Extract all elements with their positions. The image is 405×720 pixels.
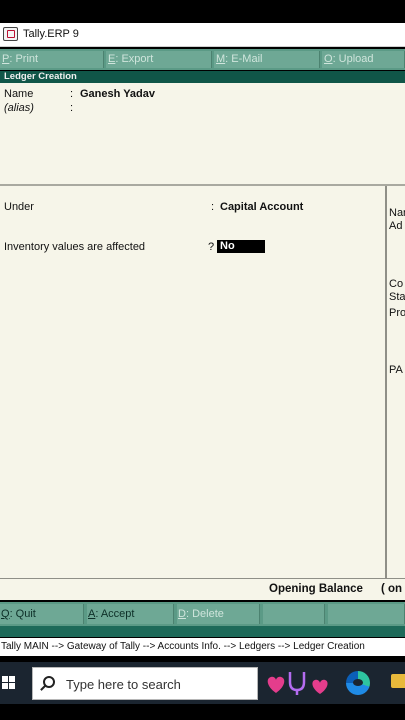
window-titlebar: Tally.ERP 9 xyxy=(0,23,405,47)
inventory-prompt: ? xyxy=(208,241,215,253)
edge-browser-icon[interactable] xyxy=(346,671,370,695)
status-strip xyxy=(0,626,405,637)
under-colon: : xyxy=(211,201,215,213)
pan-label-partial: PA xyxy=(389,364,403,376)
top-button-bar: P: Print E: Export M: E-Mail O: Upload xyxy=(0,49,405,70)
country-label-partial: Co xyxy=(389,278,404,290)
opening-balance-suffix: ( on xyxy=(381,583,403,595)
alias-field[interactable] xyxy=(80,102,230,115)
windows-taskbar: Type here to search xyxy=(0,662,405,704)
heart-stethoscope-icon xyxy=(267,672,328,695)
tally-app-icon xyxy=(3,27,18,41)
inventory-affected-field[interactable]: No xyxy=(217,240,265,253)
state-label-partial: Sta xyxy=(389,291,405,303)
name-colon: : xyxy=(70,88,74,100)
windows-start-icon[interactable] xyxy=(2,676,16,690)
upload-button[interactable]: O: Upload xyxy=(322,51,405,68)
file-explorer-icon[interactable] xyxy=(391,674,405,688)
inventory-label: Inventory values are affected xyxy=(4,241,146,253)
ledger-name-section: Name : Ganesh Yadav (alias) : xyxy=(0,83,405,185)
window-title: Tally.ERP 9 xyxy=(23,28,79,40)
name-field[interactable]: Ganesh Yadav xyxy=(80,88,155,100)
opening-balance-row: Opening Balance ( on xyxy=(0,579,405,600)
quit-button[interactable]: Q: Quit xyxy=(0,604,84,624)
address-label-partial: Ad xyxy=(389,220,403,232)
alias-colon: : xyxy=(70,102,74,114)
export-button[interactable]: E: Export xyxy=(106,51,212,68)
print-button[interactable]: P: Print xyxy=(0,51,104,68)
search-placeholder: Type here to search xyxy=(66,677,181,692)
under-field[interactable]: Capital Account xyxy=(220,201,303,213)
search-icon xyxy=(43,676,55,688)
bottom-button-bar: Q: Quit A: Accept D: Delete xyxy=(0,602,405,626)
name-label: Name xyxy=(4,88,34,100)
email-button[interactable]: M: E-Mail xyxy=(214,51,320,68)
mailing-details-panel: Nar Ad Co Sta Pro PA xyxy=(387,186,405,578)
opening-balance-label: Opening Balance xyxy=(269,583,363,595)
empty-button-2 xyxy=(328,604,405,624)
accept-button[interactable]: A: Accept xyxy=(87,604,174,624)
form-header: Ledger Creation xyxy=(0,71,405,83)
provide-label-partial: Pro xyxy=(389,307,405,319)
empty-button-1 xyxy=(263,604,325,624)
alias-label: (alias) xyxy=(4,102,34,114)
name-field-label-partial: Nar xyxy=(389,207,405,219)
breadcrumb: Tally MAIN --> Gateway of Tally --> Acco… xyxy=(0,638,405,656)
delete-button[interactable]: D: Delete xyxy=(177,604,260,624)
under-label: Under xyxy=(4,201,34,213)
taskbar-search-box[interactable]: Type here to search xyxy=(32,667,258,700)
ledger-details-section: Under : Capital Account Inventory values… xyxy=(0,186,386,578)
